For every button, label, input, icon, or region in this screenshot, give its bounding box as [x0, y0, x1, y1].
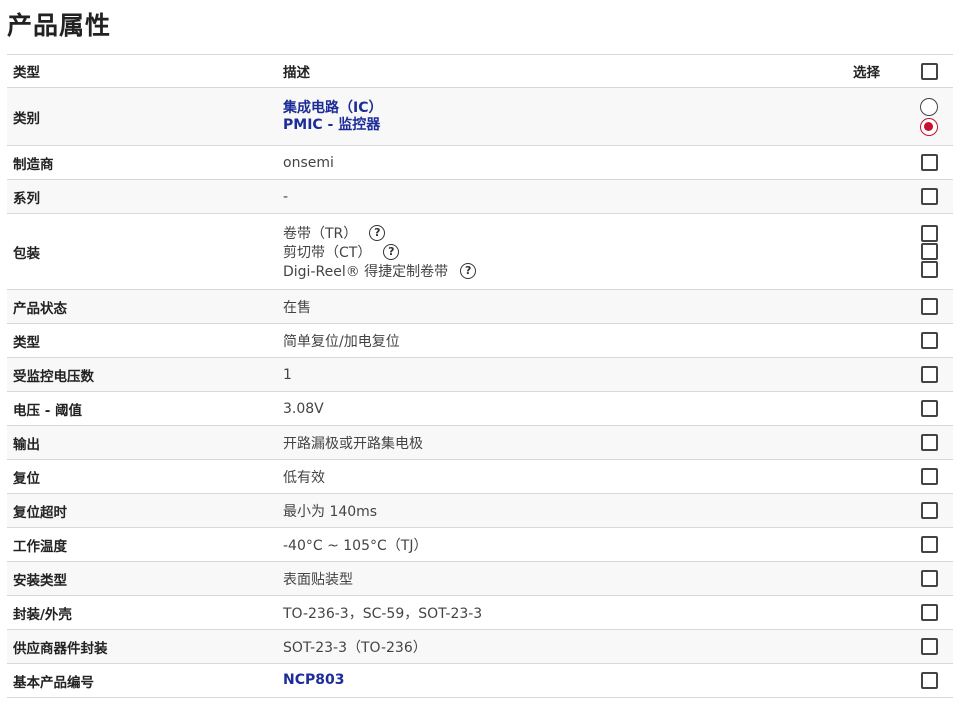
header-type: 类型: [7, 54, 277, 88]
row-checkbox[interactable]: [920, 638, 938, 655]
row-checkbox[interactable]: [920, 536, 938, 553]
row-label: 系列: [7, 179, 277, 214]
packaging-checkbox[interactable]: [920, 225, 938, 242]
row-value: -: [277, 179, 847, 214]
table-row-series: 系列 -: [7, 179, 953, 214]
header-select: 选择: [847, 54, 905, 88]
row-checkbox[interactable]: [920, 434, 938, 451]
row-checkbox[interactable]: [920, 672, 938, 689]
row-checkbox[interactable]: [920, 298, 938, 315]
table-row: 复位超时 最小为 140ms: [7, 493, 953, 528]
row-label: 包装: [7, 213, 277, 290]
row-label: 复位: [7, 459, 277, 494]
base-part-link[interactable]: NCP803: [283, 672, 841, 689]
category-link-pmic[interactable]: PMIC - 监控器: [283, 117, 841, 134]
table-row: 类型 简单复位/加电复位: [7, 323, 953, 358]
table-row: 产品状态 在售: [7, 289, 953, 324]
row-value: 低有效: [277, 459, 847, 494]
category-link-ic[interactable]: 集成电路（IC）: [283, 100, 841, 117]
row-value: SOT-23-3（TO-236）: [277, 629, 847, 664]
row-checkbox[interactable]: [920, 154, 938, 171]
packaging-option: 卷带（TR）: [283, 225, 358, 242]
row-label: 产品状态: [7, 289, 277, 324]
row-value: 开路漏极或开路集电极: [277, 425, 847, 460]
row-checkbox[interactable]: [920, 400, 938, 417]
table-row-packaging: 包装 卷带（TR）? 剪切带（CT）? Digi-Reel® 得捷定制卷带?: [7, 213, 953, 290]
row-checkbox[interactable]: [920, 332, 938, 349]
table-row: 供应商器件封装 SOT-23-3（TO-236）: [7, 629, 953, 664]
row-value: 最小为 140ms: [277, 493, 847, 528]
header-description: 描述: [277, 54, 847, 88]
row-label: 电压 - 阈值: [7, 391, 277, 426]
row-label: 供应商器件封装: [7, 629, 277, 664]
table-row: 安装类型 表面贴装型: [7, 561, 953, 596]
row-label: 封装/外壳: [7, 595, 277, 630]
row-label: 基本产品编号: [7, 663, 277, 698]
row-label: 工作温度: [7, 527, 277, 562]
row-label: 安装类型: [7, 561, 277, 596]
row-value: -40°C ~ 105°C（TJ）: [277, 527, 847, 562]
table-row-manufacturer: 制造商 onsemi: [7, 145, 953, 180]
row-checkbox[interactable]: [920, 366, 938, 383]
category-radio-pmic[interactable]: [920, 117, 938, 136]
table-row: 受监控电压数 1: [7, 357, 953, 392]
row-value: TO-236-3，SC-59，SOT-23-3: [277, 595, 847, 630]
table-row: 输出 开路漏极或开路集电极: [7, 425, 953, 460]
row-checkbox[interactable]: [920, 604, 938, 621]
row-value: 3.08V: [277, 391, 847, 426]
row-checkbox[interactable]: [920, 188, 938, 205]
help-icon[interactable]: ?: [383, 243, 400, 260]
category-radio-ic[interactable]: [920, 97, 938, 116]
table-row: 封装/外壳 TO-236-3，SC-59，SOT-23-3: [7, 595, 953, 630]
select-all-checkbox[interactable]: [920, 62, 938, 80]
row-value: onsemi: [277, 145, 847, 180]
row-label: 类型: [7, 323, 277, 358]
row-value: 1: [277, 357, 847, 392]
table-row-category: 类别 集成电路（IC） PMIC - 监控器: [7, 87, 953, 146]
row-label: 类别: [7, 87, 277, 146]
packaging-option: Digi-Reel® 得捷定制卷带: [283, 263, 449, 280]
row-label: 受监控电压数: [7, 357, 277, 392]
packaging-checkbox[interactable]: [920, 261, 938, 278]
table-row: 电压 - 阈值 3.08V: [7, 391, 953, 426]
row-label: 制造商: [7, 145, 277, 180]
table-header-row: 类型 描述 选择: [7, 54, 953, 88]
packaging-checkbox[interactable]: [920, 243, 938, 260]
row-label: 输出: [7, 425, 277, 460]
row-value: 表面贴装型: [277, 561, 847, 596]
product-attributes-table: 类型 描述 选择 类别 集成电路（IC） PMIC - 监控器 制造商 onse…: [7, 54, 953, 698]
help-icon[interactable]: ?: [460, 262, 477, 279]
row-checkbox[interactable]: [920, 468, 938, 485]
help-icon[interactable]: ?: [369, 224, 386, 241]
row-value: 在售: [277, 289, 847, 324]
row-checkbox[interactable]: [920, 502, 938, 519]
row-checkbox[interactable]: [920, 570, 938, 587]
row-value: 简单复位/加电复位: [277, 323, 847, 358]
table-row: 复位 低有效: [7, 459, 953, 494]
page-title: 产品属性: [7, 11, 112, 40]
table-row-base-part: 基本产品编号 NCP803: [7, 663, 953, 698]
packaging-option: 剪切带（CT）: [283, 244, 372, 261]
row-label: 复位超时: [7, 493, 277, 528]
table-row: 工作温度 -40°C ~ 105°C（TJ）: [7, 527, 953, 562]
